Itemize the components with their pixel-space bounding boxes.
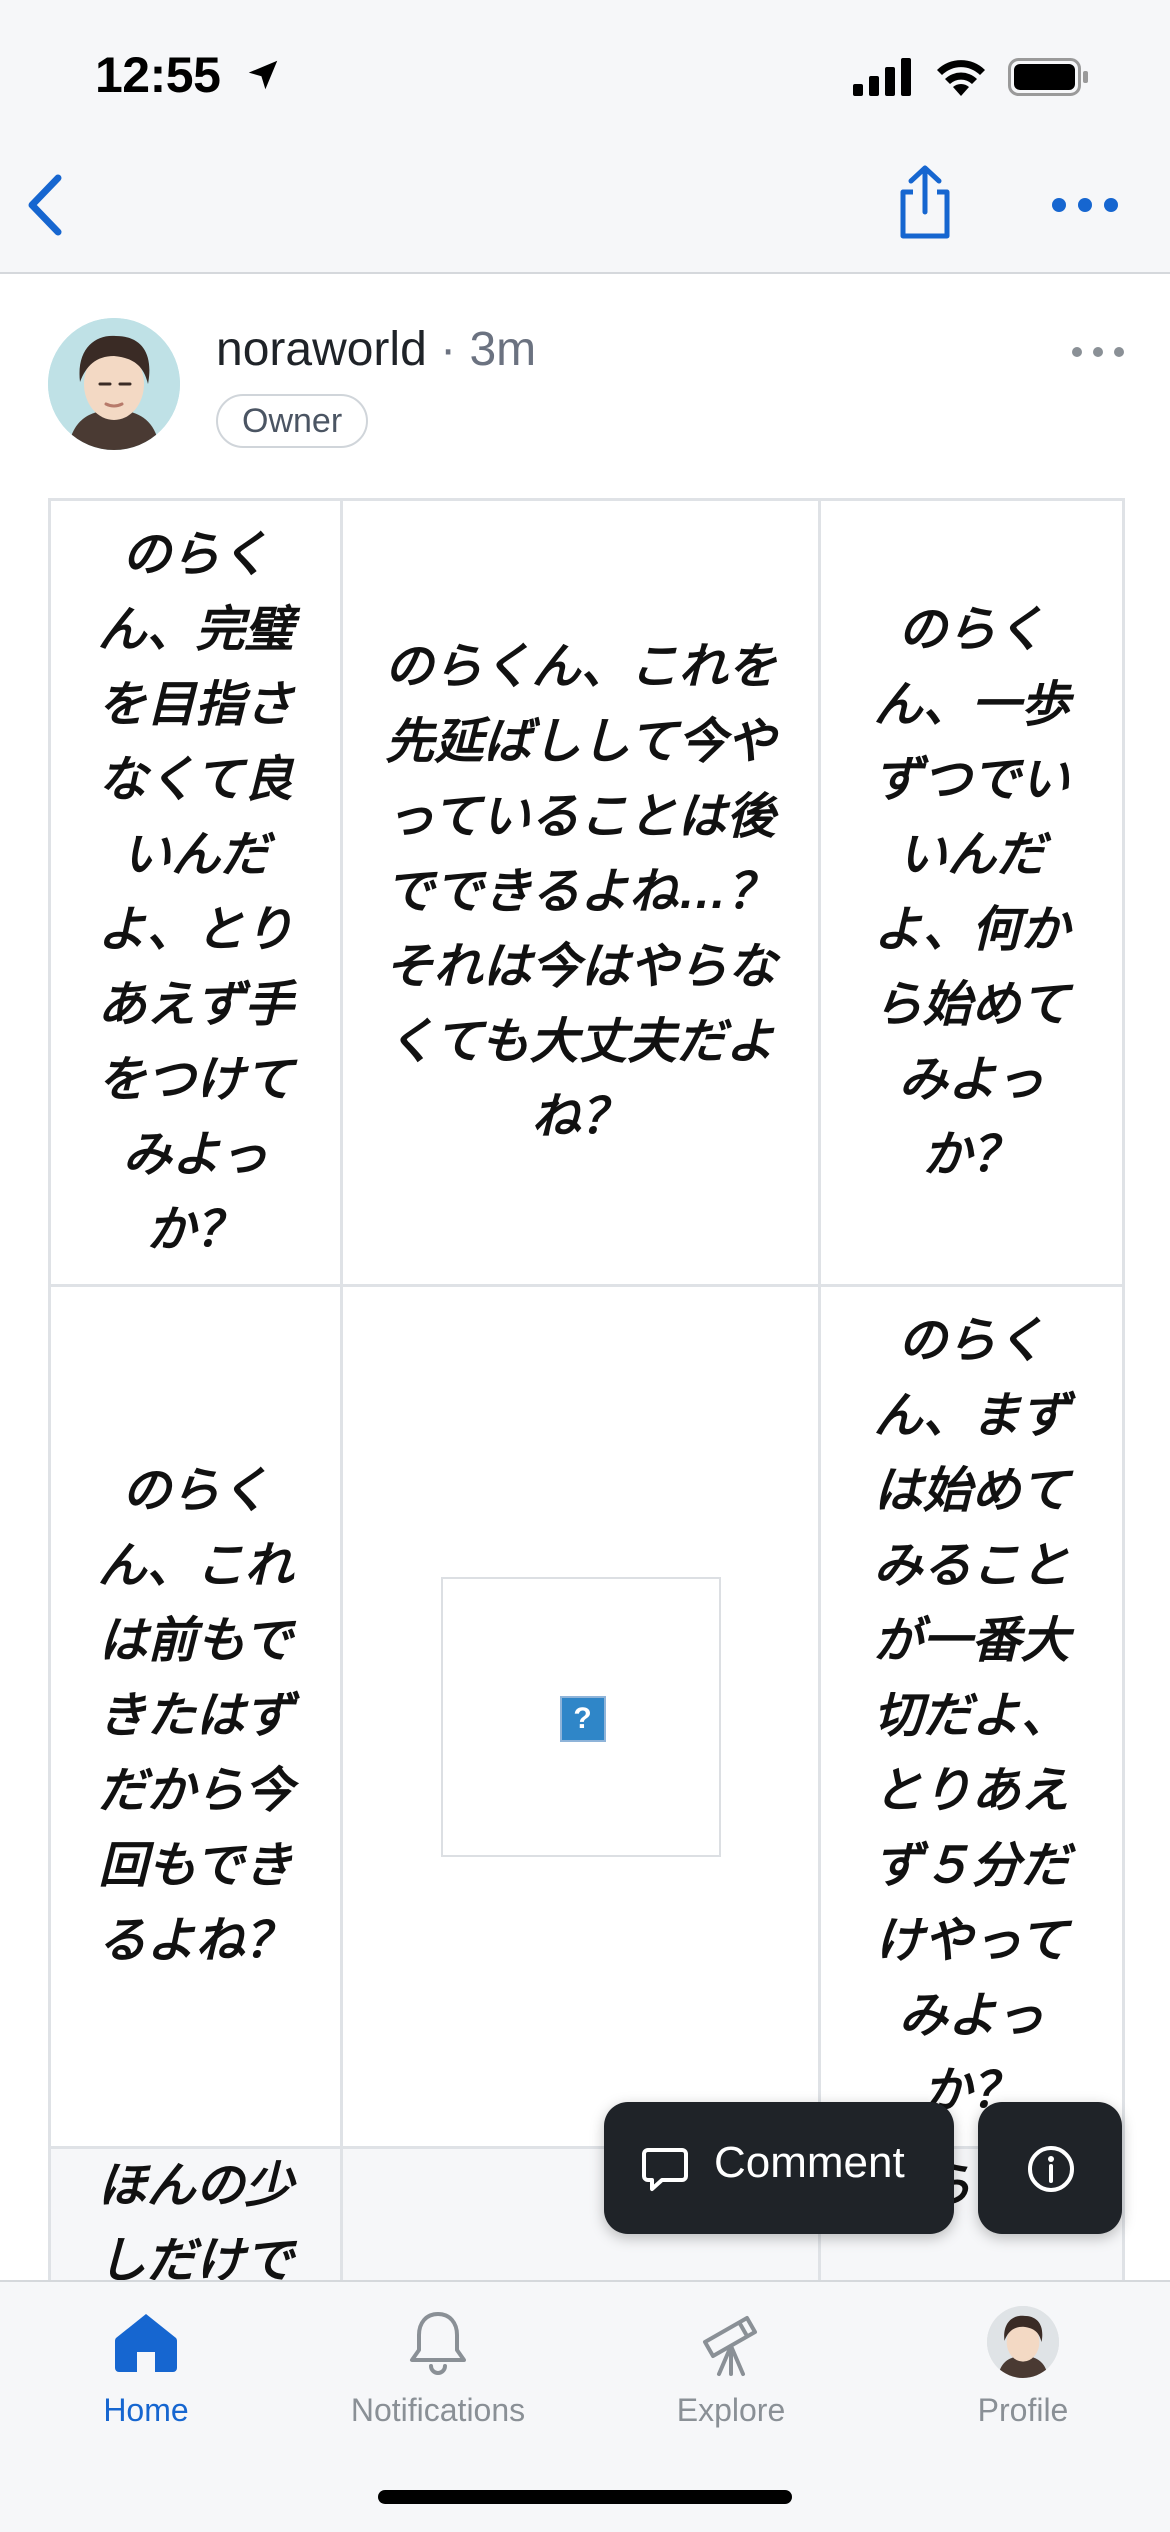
- broken-image-icon: ?: [559, 1695, 606, 1742]
- avatar-illustration: [48, 318, 180, 450]
- info-icon: [1028, 2146, 1074, 2192]
- table-row: のらくん、完璧を目指さなくて良いんだよ、とりあえず手をつけてみよっか？ のらくん…: [48, 498, 1125, 1287]
- comment-button[interactable]: Comment: [604, 2102, 954, 2234]
- post-table: のらくん、完璧を目指さなくて良いんだよ、とりあえず手をつけてみよっか？ のらくん…: [48, 498, 1125, 2302]
- battery-icon: [1008, 58, 1088, 96]
- table-cell: ほんの少しだけで: [48, 2146, 343, 2302]
- home-icon: [114, 2314, 178, 2372]
- table-cell: のらくん、完璧を目指さなくて良いんだよ、とりあえず手をつけてみよっか？: [48, 498, 343, 1287]
- comment-button-label: Comment: [714, 2138, 905, 2187]
- tab-label: Explore: [676, 2392, 786, 2428]
- author-avatar[interactable]: [48, 318, 180, 450]
- table-cell: のらくん、まずは始めてみることが一番大切だよ、とりあえず５分だけやってみよっか？: [818, 1284, 1125, 2149]
- cell-text: のらくん、まずは始めてみることが一番大切だよ、とりあえず５分だけやってみよっか？: [873, 1314, 1070, 2118]
- tab-label: Notifications: [350, 2392, 526, 2428]
- bell-icon: [410, 2312, 466, 2375]
- cell-text: ほんの少しだけで: [97, 2159, 294, 2288]
- post-time: 3m: [469, 323, 537, 376]
- comment-bubble-icon: [642, 2148, 688, 2191]
- profile-avatar: [987, 2306, 1059, 2378]
- cell-text: のらくん、一歩ずつでいいんだよ、何から始めてみよっか？: [873, 602, 1070, 1182]
- post-detail-screen: 12:55 noraworld · 3m Owner のらくん、完璧を目指さなく…: [0, 0, 1170, 2532]
- profile-avatar-illustration: [987, 2306, 1059, 2378]
- meta-separator: ·: [440, 323, 457, 376]
- wifi-icon: [937, 60, 985, 96]
- table-row: ほんの少しだけで のらくん: [48, 2146, 1125, 2302]
- back-chevron-icon[interactable]: [22, 172, 68, 238]
- tab-label: Home: [103, 2392, 189, 2428]
- author-name[interactable]: noraworld: [216, 323, 427, 376]
- tab-explore[interactable]: Explore: [621, 2306, 841, 2446]
- table-cell: のらくん、これは前もできたはずだから今回もできるよね？: [48, 1284, 343, 2149]
- tab-profile[interactable]: Profile: [913, 2306, 1133, 2446]
- cell-text: のらくん、完璧を目指さなくて良いんだよ、とりあえず手をつけてみよっか？: [97, 527, 294, 1257]
- cell-text: のらくん、これは前もできたはずだから今回もできるよね？: [97, 1464, 294, 1968]
- location-arrow-icon: [248, 60, 278, 90]
- post-author-line: noraworld · 3m: [216, 322, 536, 377]
- home-indicator[interactable]: [378, 2490, 792, 2504]
- share-icon[interactable]: [895, 164, 955, 240]
- post-more-icon[interactable]: [1070, 340, 1126, 364]
- tab-home[interactable]: Home: [36, 2306, 256, 2446]
- table-cell: のらくん、これを先延ばしして今やっていることは後でできるよね…？ それは今はやら…: [340, 498, 821, 1287]
- tab-notifications[interactable]: Notifications: [328, 2306, 548, 2446]
- telescope-icon: [703, 2316, 757, 2376]
- cellular-signal-icon: [853, 58, 911, 96]
- broken-image-placeholder[interactable]: ?: [440, 1576, 721, 1857]
- table-cell: のらくん、一歩ずつでいいんだよ、何から始めてみよっか？: [818, 498, 1125, 1287]
- owner-badge: Owner: [216, 394, 369, 448]
- table-cell: ?: [340, 1284, 821, 2149]
- more-options-icon[interactable]: [1050, 190, 1120, 220]
- cell-text: のらくん、これを先延ばしして今やっていることは後でできるよね…？ それは今はやら…: [384, 640, 777, 1144]
- top-bar: 12:55: [0, 0, 1170, 274]
- status-time: 12:55: [95, 47, 221, 103]
- table-row: のらくん、これは前もできたはずだから今回もできるよね？ ? のらくん、まずは始め…: [48, 1284, 1125, 2149]
- tab-label: Profile: [977, 2392, 1069, 2428]
- info-button[interactable]: [978, 2102, 1122, 2234]
